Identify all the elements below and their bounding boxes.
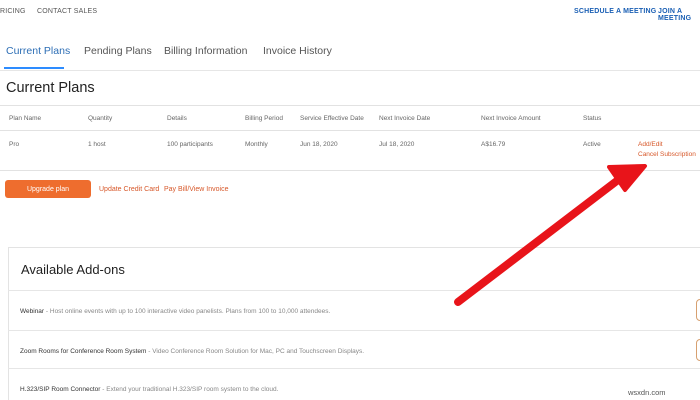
cell-plan-name: Pro <box>9 141 20 148</box>
addon-zoom-rooms-text: Zoom Rooms for Conference Room System - … <box>20 348 364 355</box>
addon-webinar-text: Webinar - Host online events with up to … <box>20 308 330 315</box>
nav-join-meeting-link[interactable]: JOIN A MEETING <box>658 8 700 22</box>
page-title: Current Plans <box>6 80 95 96</box>
tab-billing-information[interactable]: Billing Information <box>164 45 247 57</box>
nav-schedule-meeting-link[interactable]: SCHEDULE A MEETING <box>574 8 656 15</box>
cell-billing-period: Monthly <box>245 141 268 148</box>
update-credit-card-link[interactable]: Update Credit Card <box>99 186 159 193</box>
addon-name: Webinar <box>20 308 45 315</box>
list-item: Webinar - Host online events with up to … <box>8 290 700 329</box>
nav-pricing-link[interactable]: RICING <box>0 8 26 15</box>
addon-description: - Extend your traditional H.323/SIP room… <box>100 386 279 393</box>
col-next-invoice-amount: Next Invoice Amount <box>481 115 541 122</box>
tab-invoice-history[interactable]: Invoice History <box>263 45 332 57</box>
tab-pending-plans[interactable]: Pending Plans <box>84 45 152 57</box>
watermark: wsxdn.com <box>628 388 666 397</box>
pay-bill-view-invoice-link[interactable]: Pay Bill/View Invoice <box>164 186 228 193</box>
plans-table-header: Plan Name Quantity Details Billing Perio… <box>0 105 700 131</box>
addon-name: H.323/SIP Room Connector <box>20 386 101 393</box>
col-billing-period: Billing Period <box>245 115 283 122</box>
billing-page: RICING CONTACT SALES SCHEDULE A MEETING … <box>0 0 700 400</box>
col-status: Status <box>583 115 602 122</box>
list-item: Zoom Rooms for Conference Room System - … <box>8 330 700 369</box>
list-item: H.323/SIP Room Connector - Extend your t… <box>8 368 700 400</box>
active-tab-indicator <box>4 67 64 69</box>
col-next-invoice-date: Next Invoice Date <box>379 115 431 122</box>
col-quantity: Quantity <box>88 115 113 122</box>
cell-quantity: 1 host <box>88 141 106 148</box>
addon-h323-text: H.323/SIP Room Connector - Extend your t… <box>20 386 278 393</box>
nav-contact-sales-link[interactable]: CONTACT SALES <box>37 8 97 15</box>
addon-description: - Host online events with up to 100 inte… <box>44 308 331 315</box>
upgrade-plan-button[interactable]: Upgrade plan <box>5 180 91 198</box>
tab-current-plans[interactable]: Current Plans <box>6 45 70 57</box>
col-service-effective-date: Service Effective Date <box>300 115 364 122</box>
cell-next-invoice-amount: A$16.79 <box>481 141 506 148</box>
cancel-subscription-link[interactable]: Cancel Subscription <box>638 151 696 158</box>
addon-description: - Video Conference Room Solution for Mac… <box>146 348 365 355</box>
table-row: Pro 1 host 100 participants Monthly Jun … <box>0 130 700 171</box>
billing-tabs: Current Plans Pending Plans Billing Info… <box>0 36 700 71</box>
col-plan-name: Plan Name <box>9 115 42 122</box>
top-nav: RICING CONTACT SALES SCHEDULE A MEETING … <box>0 0 700 26</box>
addon-add-button[interactable] <box>696 339 700 361</box>
cell-details: 100 participants <box>167 141 213 148</box>
add-edit-link[interactable]: Add/Edit <box>638 141 663 148</box>
cell-status: Active <box>583 141 601 148</box>
addon-add-button[interactable] <box>696 299 700 321</box>
cell-next-invoice-date: Jul 18, 2020 <box>379 141 415 148</box>
col-details: Details <box>167 115 187 122</box>
addons-title: Available Add-ons <box>21 262 125 277</box>
addon-name: Zoom Rooms for Conference Room System <box>20 348 147 355</box>
cell-service-effective-date: Jun 18, 2020 <box>300 141 338 148</box>
